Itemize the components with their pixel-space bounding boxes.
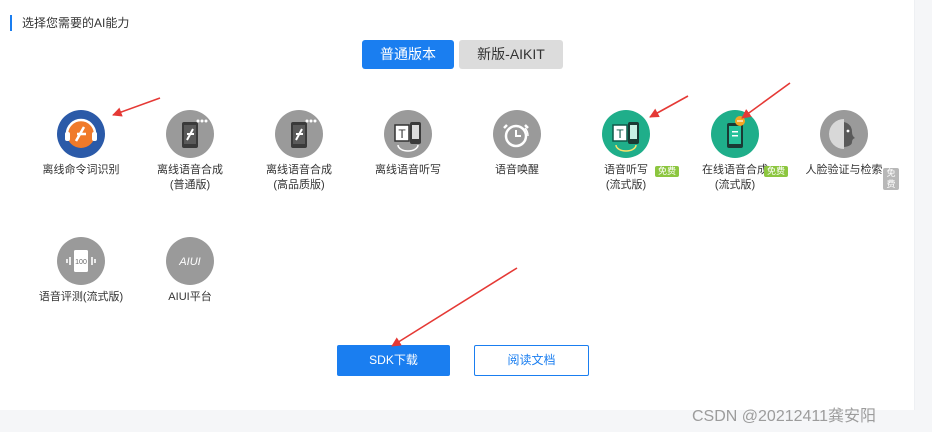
arrow-to-sdk-download bbox=[391, 267, 518, 347]
watermark: CSDN @20212411龚安阳 bbox=[692, 408, 877, 425]
arrow-to-offline-command bbox=[112, 97, 161, 117]
arrow-to-online-tts bbox=[741, 82, 791, 119]
arrow-to-dictation-streaming bbox=[649, 95, 689, 118]
annotation-arrows bbox=[112, 82, 791, 347]
